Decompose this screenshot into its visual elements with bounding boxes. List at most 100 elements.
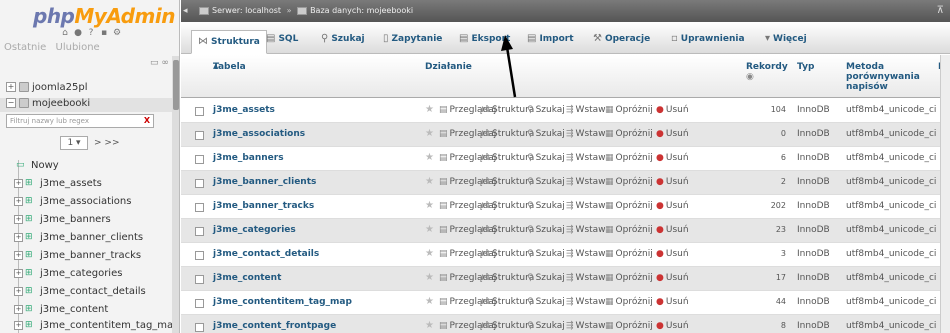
action-insert-link[interactable]: ⇶ Wstaw [566,249,606,259]
row-checkbox[interactable] [195,227,204,236]
action-drop-link[interactable]: ● Usuń [656,297,689,307]
row-checkbox[interactable] [195,107,204,116]
table-name-link[interactable]: j3me_content_frontpage [213,321,336,331]
action-search-link[interactable]: ⚲ Szukaj [527,177,565,187]
action-empty-link[interactable]: ▦ Opróżnij [605,225,653,235]
help-icon[interactable]: ? [86,28,96,38]
breadcrumb-database[interactable]: Baza danych: mojeebooki [310,6,413,15]
action-insert-link[interactable]: ⇶ Wstaw [566,153,606,163]
action-search-link[interactable]: ⚲ Szukaj [527,273,565,283]
action-search-link[interactable]: ⚲ Szukaj [527,105,565,115]
tree-item-table[interactable]: + ⊞ j3me_banners [14,212,111,228]
favorite-star-icon[interactable]: ★ [425,296,434,307]
action-drop-link[interactable]: ● Usuń [656,273,689,283]
table-name-link[interactable]: j3me_banner_clients [213,177,316,187]
action-insert-link[interactable]: ⇶ Wstaw [566,321,606,331]
favorite-star-icon[interactable]: ★ [425,152,434,163]
favorite-star-icon[interactable]: ★ [425,128,434,139]
tree-item-new[interactable]: ▭ Nowy [16,158,59,174]
row-checkbox[interactable] [195,155,204,164]
action-insert-link[interactable]: ⇶ Wstaw [566,177,606,187]
action-search-link[interactable]: ⚲ Szukaj [527,321,565,331]
table-name-link[interactable]: j3me_assets [213,105,275,115]
tree-item-table[interactable]: + ⊞ j3me_assets [14,176,102,192]
table-name-link[interactable]: j3me_banners [213,153,284,163]
tree-item-table[interactable]: + ⊞ j3me_associations [14,194,131,210]
row-checkbox[interactable] [195,323,204,332]
action-empty-link[interactable]: ▦ Opróżnij [605,153,653,163]
expand-icon[interactable]: + [14,286,23,296]
tab-favorites[interactable]: Ulubione [56,42,100,53]
action-drop-link[interactable]: ● Usuń [656,249,689,259]
tree-item-table[interactable]: + ⊞ j3me_banner_clients [14,230,143,246]
table-name-link[interactable]: j3me_contact_details [213,249,319,259]
action-empty-link[interactable]: ▦ Opróżnij [605,201,653,211]
nav-scrollbar[interactable] [172,56,179,333]
expand-icon[interactable]: + [14,178,23,188]
tab-sql[interactable]: ▤ SQL [266,32,298,46]
expand-icon[interactable]: + [14,232,23,242]
action-search-link[interactable]: ⚲ Szukaj [527,153,565,163]
action-drop-link[interactable]: ● Usuń [656,225,689,235]
tab-operations[interactable]: ⚒ Operacje [593,32,650,46]
table-name-link[interactable]: j3me_associations [213,129,305,139]
tree-item-table[interactable]: + ⊞ j3me_contact_details [14,284,146,300]
col-header-type[interactable]: Typ [797,62,814,72]
expand-icon[interactable]: + [14,268,23,278]
tree-item-table[interactable]: + ⊞ j3me_content [14,302,108,318]
action-insert-link[interactable]: ⇶ Wstaw [566,105,606,115]
favorite-star-icon[interactable]: ★ [425,224,434,235]
main-scrollbar[interactable] [940,55,950,333]
tab-more[interactable]: ▾ Więcej [765,32,807,46]
table-name-link[interactable]: j3me_content [213,273,281,283]
col-header-collation[interactable]: Metoda porównywania napisów [846,62,920,92]
action-empty-link[interactable]: ▦ Opróżnij [605,129,653,139]
expand-icon[interactable]: + [14,250,23,260]
row-checkbox[interactable] [195,131,204,140]
action-drop-link[interactable]: ● Usuń [656,177,689,187]
action-insert-link[interactable]: ⇶ Wstaw [566,225,606,235]
action-empty-link[interactable]: ▦ Opróżnij [605,273,653,283]
action-empty-link[interactable]: ▦ Opróżnij [605,105,653,115]
favorite-star-icon[interactable]: ★ [425,272,434,283]
action-drop-link[interactable]: ● Usuń [656,153,689,163]
favorite-star-icon[interactable]: ★ [425,248,434,259]
row-checkbox[interactable] [195,179,204,188]
action-drop-link[interactable]: ● Usuń [656,105,689,115]
action-drop-link[interactable]: ● Usuń [656,321,689,331]
action-search-link[interactable]: ⚲ Szukaj [527,225,565,235]
expand-icon[interactable]: + [14,196,23,206]
row-checkbox[interactable] [195,203,204,212]
expand-icon[interactable]: + [14,214,23,224]
action-search-link[interactable]: ⚲ Szukaj [527,249,565,259]
breadcrumb-server[interactable]: Serwer: localhost [212,6,281,15]
favorite-star-icon[interactable]: ★ [425,200,434,211]
expand-icon[interactable]: + [6,82,16,92]
tree-item-table[interactable]: + ⊞ j3me_banner_tracks [14,248,141,264]
row-checkbox[interactable] [195,299,204,308]
action-insert-link[interactable]: ⇶ Wstaw [566,201,606,211]
row-checkbox[interactable] [195,251,204,260]
action-insert-link[interactable]: ⇶ Wstaw [566,129,606,139]
table-name-link[interactable]: j3me_contentitem_tag_map [213,297,352,307]
docs-icon[interactable]: ▪ [99,28,109,38]
tab-query[interactable]: ▯ Zapytanie [383,32,442,46]
action-insert-link[interactable]: ⇶ Wstaw [566,297,606,307]
action-empty-link[interactable]: ▦ Opróżnij [605,177,653,187]
action-drop-link[interactable]: ● Usuń [656,201,689,211]
collapse-icon[interactable]: − [6,98,16,108]
action-empty-link[interactable]: ▦ Opróżnij [605,297,653,307]
home-icon[interactable]: ⌂ [60,28,70,38]
table-name-link[interactable]: j3me_categories [213,225,296,235]
tab-search[interactable]: ⚲ Szukaj [321,32,365,46]
tree-item-table[interactable]: + ⊞ j3me_contentitem_tag_map [14,318,179,333]
row-checkbox[interactable] [195,275,204,284]
table-name-link[interactable]: j3me_banner_tracks [213,201,314,211]
expand-icon[interactable]: + [14,304,23,314]
nav-db-item[interactable]: + joomla25pl [0,82,178,96]
expand-icon[interactable]: + [14,320,23,330]
settings-icon[interactable]: ⚙ [112,28,122,38]
action-search-link[interactable]: ⚲ Szukaj [527,129,565,139]
action-insert-link[interactable]: ⇶ Wstaw [566,273,606,283]
table-filter-input[interactable]: Filtruj nazwy lub regex X [6,114,154,128]
